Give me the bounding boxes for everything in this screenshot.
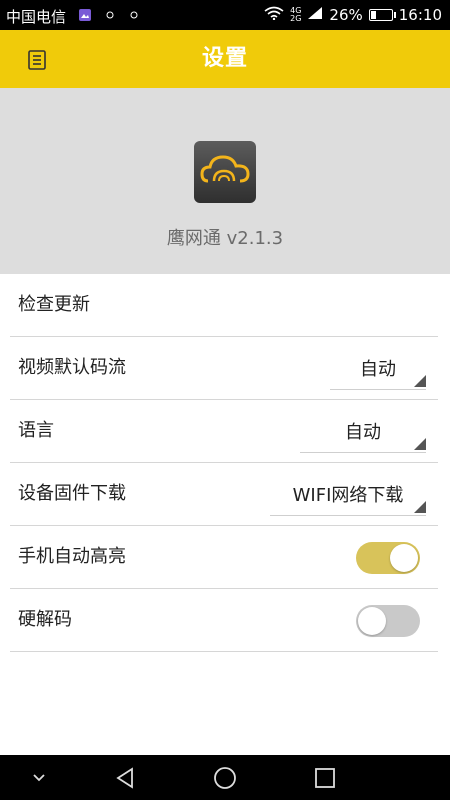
toggle-knob bbox=[390, 544, 418, 572]
video-stream-dropdown[interactable]: 自动 bbox=[330, 347, 426, 390]
title-bar: 设置 bbox=[0, 30, 450, 88]
network-2g: 2G bbox=[290, 14, 302, 23]
firmware-download-dropdown[interactable]: WIFI网络下载 bbox=[270, 473, 426, 516]
check-update-label: 检查更新 bbox=[18, 294, 90, 315]
dropdown-arrow-icon bbox=[414, 501, 426, 513]
dropdown-arrow-icon bbox=[414, 375, 426, 387]
carrier-name: 中国电信 bbox=[6, 8, 67, 26]
firmware-download-label: 设备固件下载 bbox=[18, 483, 126, 504]
status-bar: 中国电信 4G 2G 26% 16:10 bbox=[0, 0, 450, 30]
auto-brightness-label: 手机自动高亮 bbox=[18, 546, 126, 567]
home-icon[interactable] bbox=[208, 755, 242, 800]
recents-icon[interactable] bbox=[308, 755, 342, 800]
battery-percent: 26% bbox=[329, 6, 363, 24]
sync-icon bbox=[104, 8, 116, 26]
hardware-decode-row: 硬解码 bbox=[10, 589, 438, 652]
dropdown-arrow-icon bbox=[414, 438, 426, 450]
video-stream-row: 视频默认码流 自动 bbox=[10, 337, 438, 400]
language-label: 语言 bbox=[18, 420, 54, 441]
wifi-icon bbox=[264, 6, 284, 24]
hardware-decode-toggle[interactable] bbox=[356, 605, 420, 637]
check-update-row[interactable]: 检查更新 bbox=[10, 274, 438, 337]
menu-list-icon[interactable] bbox=[28, 50, 46, 70]
page-title: 设置 bbox=[201, 46, 248, 71]
app-info-header: 鹰网通 v2.1.3 bbox=[0, 88, 450, 274]
video-stream-label: 视频默认码流 bbox=[18, 357, 126, 378]
language-value: 自动 bbox=[345, 422, 381, 443]
chevron-down-icon[interactable] bbox=[24, 755, 54, 800]
toggle-knob bbox=[358, 607, 386, 635]
auto-brightness-row: 手机自动高亮 bbox=[10, 526, 438, 589]
gallery-icon bbox=[78, 8, 92, 26]
navigation-bar bbox=[0, 755, 450, 800]
video-stream-value: 自动 bbox=[360, 359, 396, 380]
firmware-download-row: 设备固件下载 WIFI网络下载 bbox=[10, 463, 438, 526]
firmware-download-value: WIFI网络下载 bbox=[292, 485, 404, 506]
app-version: 鹰网通 v2.1.3 bbox=[166, 228, 284, 249]
network-type: 4G 2G bbox=[290, 7, 301, 23]
battery-icon bbox=[368, 9, 396, 21]
language-dropdown[interactable]: 自动 bbox=[300, 410, 426, 453]
auto-brightness-toggle[interactable] bbox=[356, 542, 420, 574]
dot-icon bbox=[128, 8, 140, 26]
back-icon[interactable] bbox=[108, 755, 142, 800]
signal-icon bbox=[307, 6, 323, 24]
hardware-decode-label: 硬解码 bbox=[18, 609, 72, 630]
cloud-logo-icon bbox=[194, 141, 256, 203]
clock: 16:10 bbox=[398, 6, 442, 24]
language-row: 语言 自动 bbox=[10, 400, 438, 463]
